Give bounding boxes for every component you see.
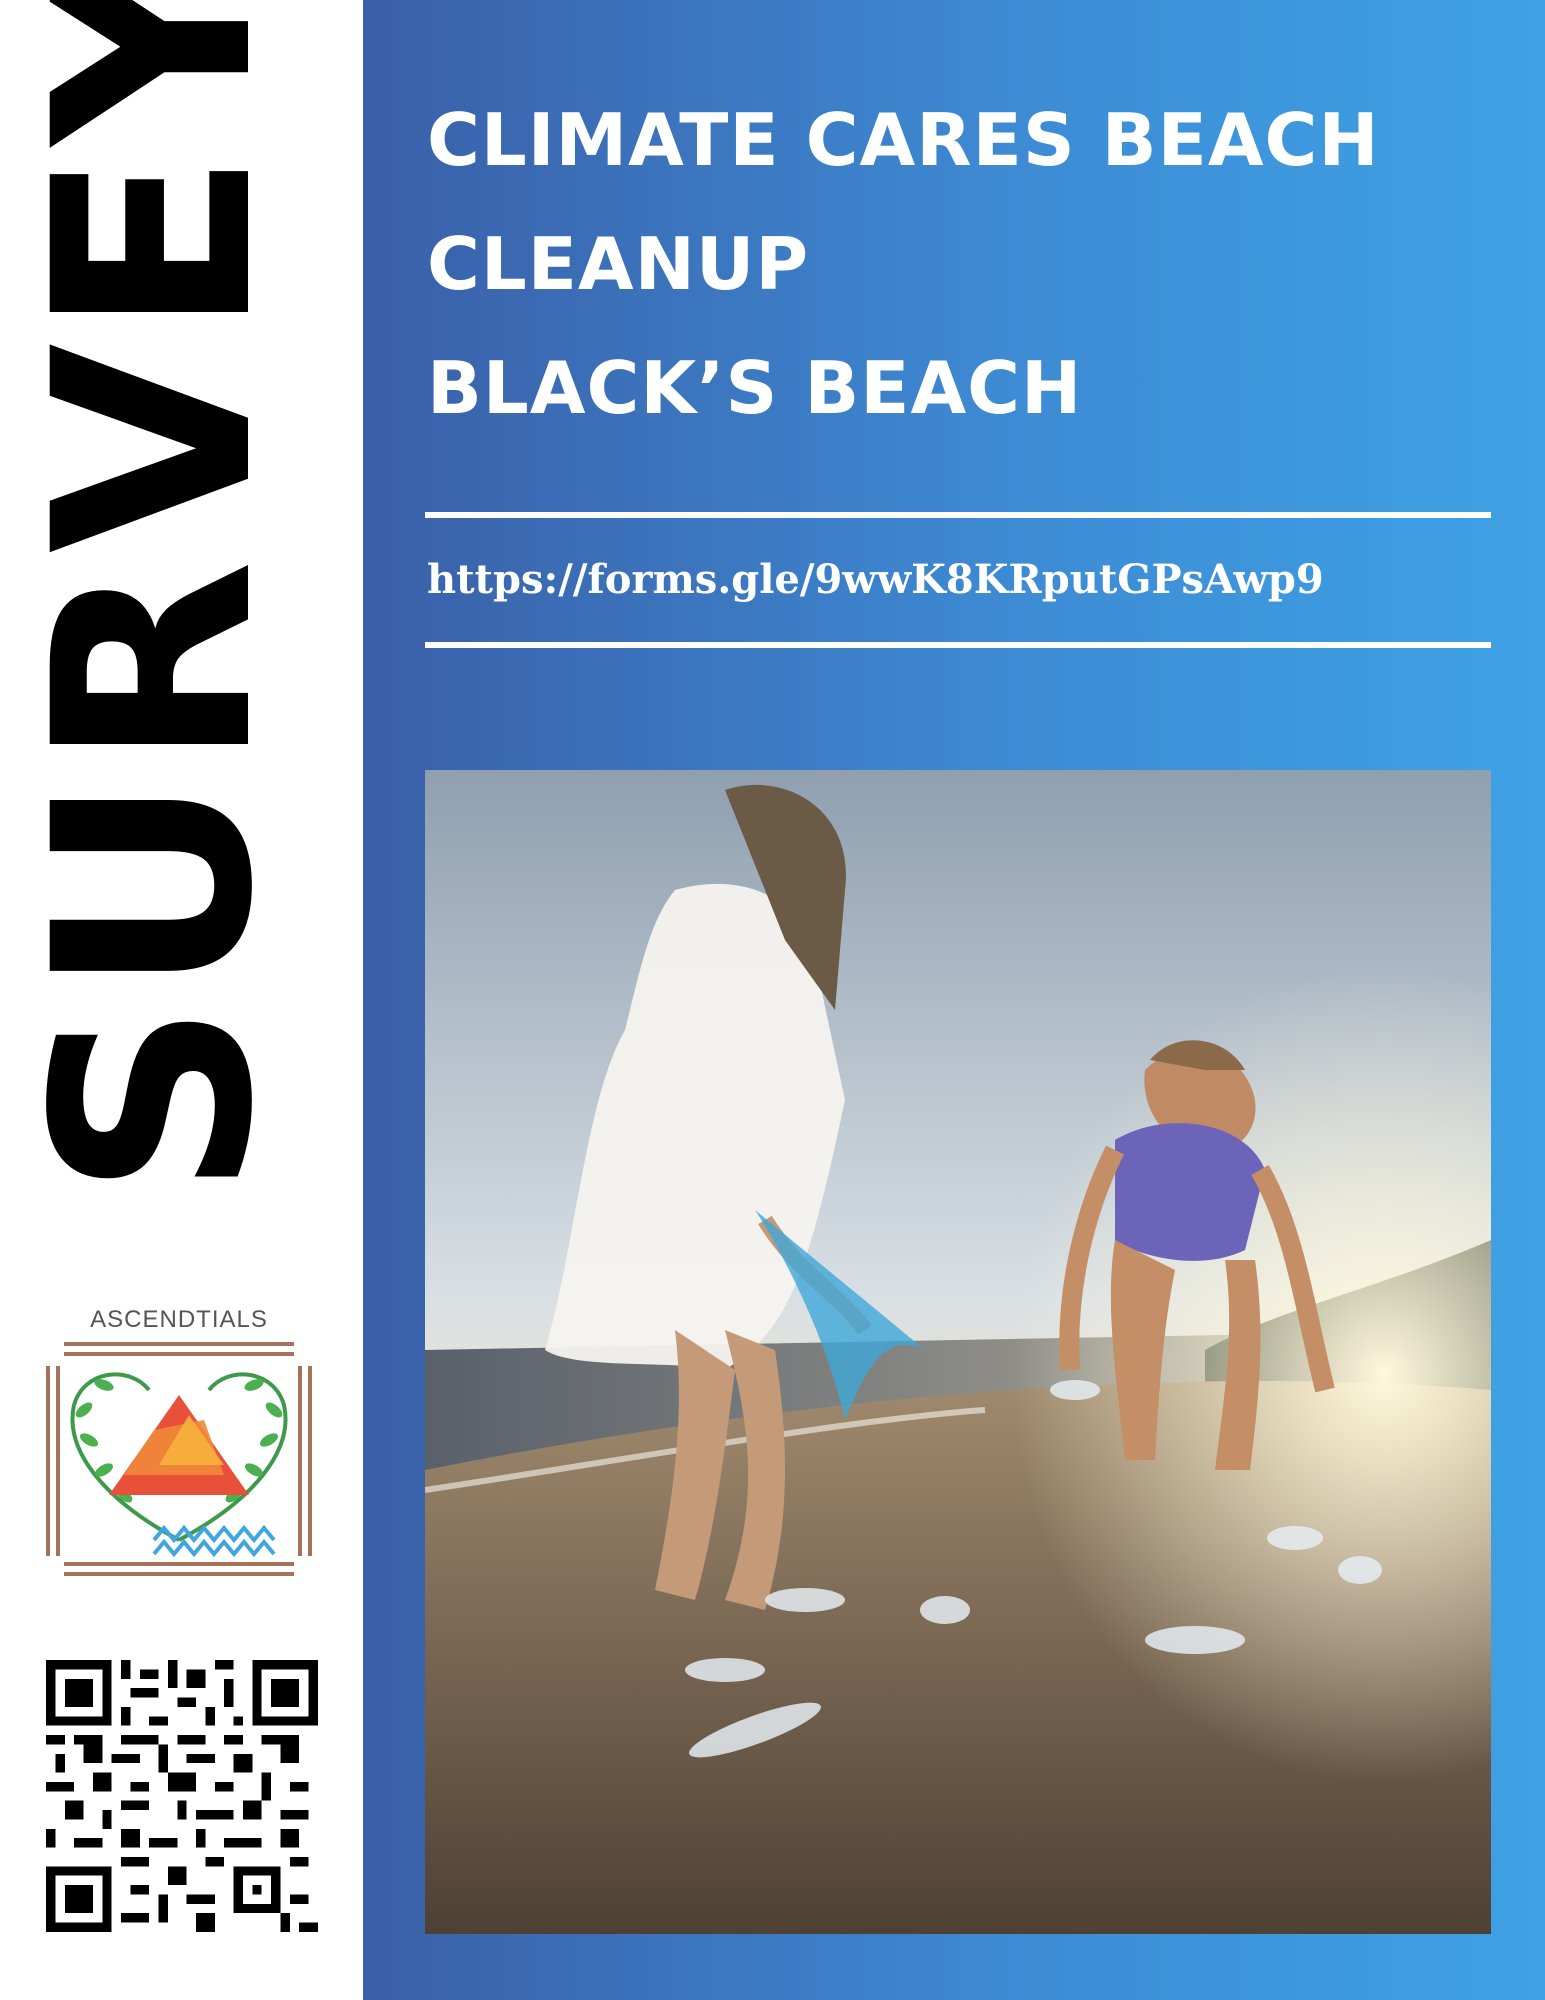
bottom-divider xyxy=(425,642,1491,648)
title-line-3: BLACK’S BEACH xyxy=(427,346,1083,430)
top-divider xyxy=(425,512,1491,518)
page-title: CLIMATE CARES BEACH CLEANUP BLACK’S BEAC… xyxy=(427,78,1487,450)
survey-url-link[interactable]: https://forms.gle/9wwK8KRputGPsAwp9 xyxy=(427,556,1324,603)
main-panel: CLIMATE CARES BEACH CLEANUP BLACK’S BEAC… xyxy=(363,0,1545,2000)
title-line-1: CLIMATE CARES BEACH xyxy=(427,98,1380,182)
photo-illustration xyxy=(424,770,1491,1934)
logo-name: ASCENDTIALS xyxy=(90,1306,268,1333)
beach-cleanup-photo xyxy=(424,770,1491,1934)
survey-vertical-title: SURVEY xyxy=(0,0,313,1198)
qr-code-graphic xyxy=(46,1660,318,1932)
ascendtials-logo: ASCENDTIALS xyxy=(44,1300,314,1580)
sidebar: SURVEY ASCENDTIALS xyxy=(0,0,363,2000)
logo-emblem-icon xyxy=(46,1342,312,1576)
title-line-2: CLEANUP xyxy=(427,222,810,306)
qr-code-icon[interactable] xyxy=(46,1660,318,1932)
